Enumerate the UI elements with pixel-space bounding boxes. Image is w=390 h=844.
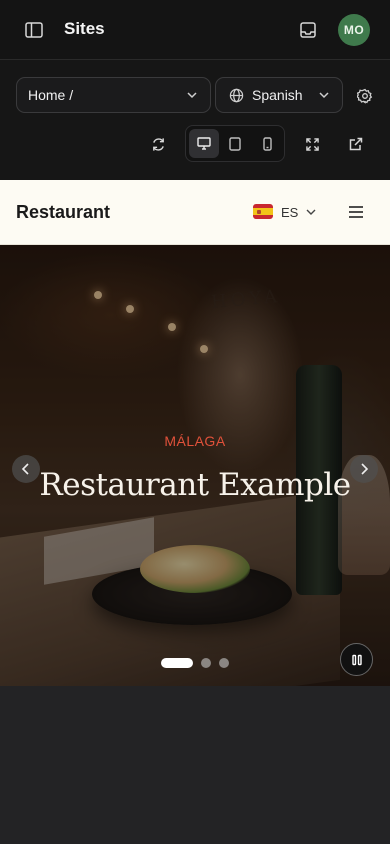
refresh-button[interactable] <box>147 133 169 155</box>
globe-icon <box>229 88 244 103</box>
inbox-button[interactable] <box>296 18 320 42</box>
slide-dot-3[interactable] <box>219 658 229 668</box>
site-language-code[interactable]: ES <box>281 205 298 220</box>
gear-icon <box>357 88 373 104</box>
sidebar-toggle-icon <box>25 22 43 38</box>
hero-overlay <box>0 245 390 686</box>
hero-slider: HOYA MÁLAGA Restaurant Example <box>0 245 390 686</box>
page-select[interactable]: Home / <box>16 77 211 113</box>
refresh-icon <box>152 137 164 151</box>
mobile-view-button[interactable] <box>252 129 282 158</box>
mobile-icon <box>262 136 272 151</box>
spain-flag-icon[interactable] <box>253 204 273 219</box>
slide-dot-2[interactable] <box>201 658 211 668</box>
chevron-right-icon <box>361 463 369 475</box>
next-slide-button[interactable] <box>350 455 378 483</box>
tablet-icon <box>229 136 241 151</box>
preview-site-header: Restaurant ES <box>0 180 390 245</box>
settings-button[interactable] <box>354 85 376 107</box>
inbox-icon <box>300 22 316 38</box>
hero-eyebrow: MÁLAGA <box>164 433 226 449</box>
external-link-icon <box>349 137 363 151</box>
fullscreen-button[interactable] <box>301 133 323 155</box>
desktop-icon <box>197 137 211 150</box>
chevron-down-icon[interactable] <box>305 206 317 218</box>
page-select-value: Home / <box>28 87 74 103</box>
app-topbar: Sites MO <box>0 0 390 60</box>
chevron-down-icon <box>319 92 329 99</box>
hamburger-menu-icon <box>349 206 363 218</box>
desktop-view-button[interactable] <box>189 129 219 158</box>
slide-indicators <box>161 658 229 668</box>
tablet-view-button[interactable] <box>220 129 250 158</box>
chevron-down-icon <box>187 92 197 99</box>
expand-icon <box>305 137 319 151</box>
site-brand[interactable]: Restaurant <box>16 202 110 223</box>
slide-dot-1[interactable] <box>161 658 193 668</box>
device-switcher <box>185 125 285 162</box>
user-avatar[interactable]: MO <box>338 14 370 46</box>
language-select-value: Spanish <box>252 87 303 103</box>
language-select[interactable]: Spanish <box>215 77 343 113</box>
site-menu-button[interactable] <box>345 201 367 223</box>
chevron-left-icon <box>21 463 29 475</box>
pause-slider-button[interactable] <box>340 643 373 676</box>
pause-icon <box>351 654 362 665</box>
editor-toolbar: Home / Spanish <box>0 60 390 180</box>
previous-slide-button[interactable] <box>12 455 40 483</box>
sidebar-toggle-button[interactable] <box>22 18 46 42</box>
open-external-button[interactable] <box>345 133 367 155</box>
hero-title: Restaurant Example <box>39 467 351 503</box>
app-title: Sites <box>64 19 105 38</box>
